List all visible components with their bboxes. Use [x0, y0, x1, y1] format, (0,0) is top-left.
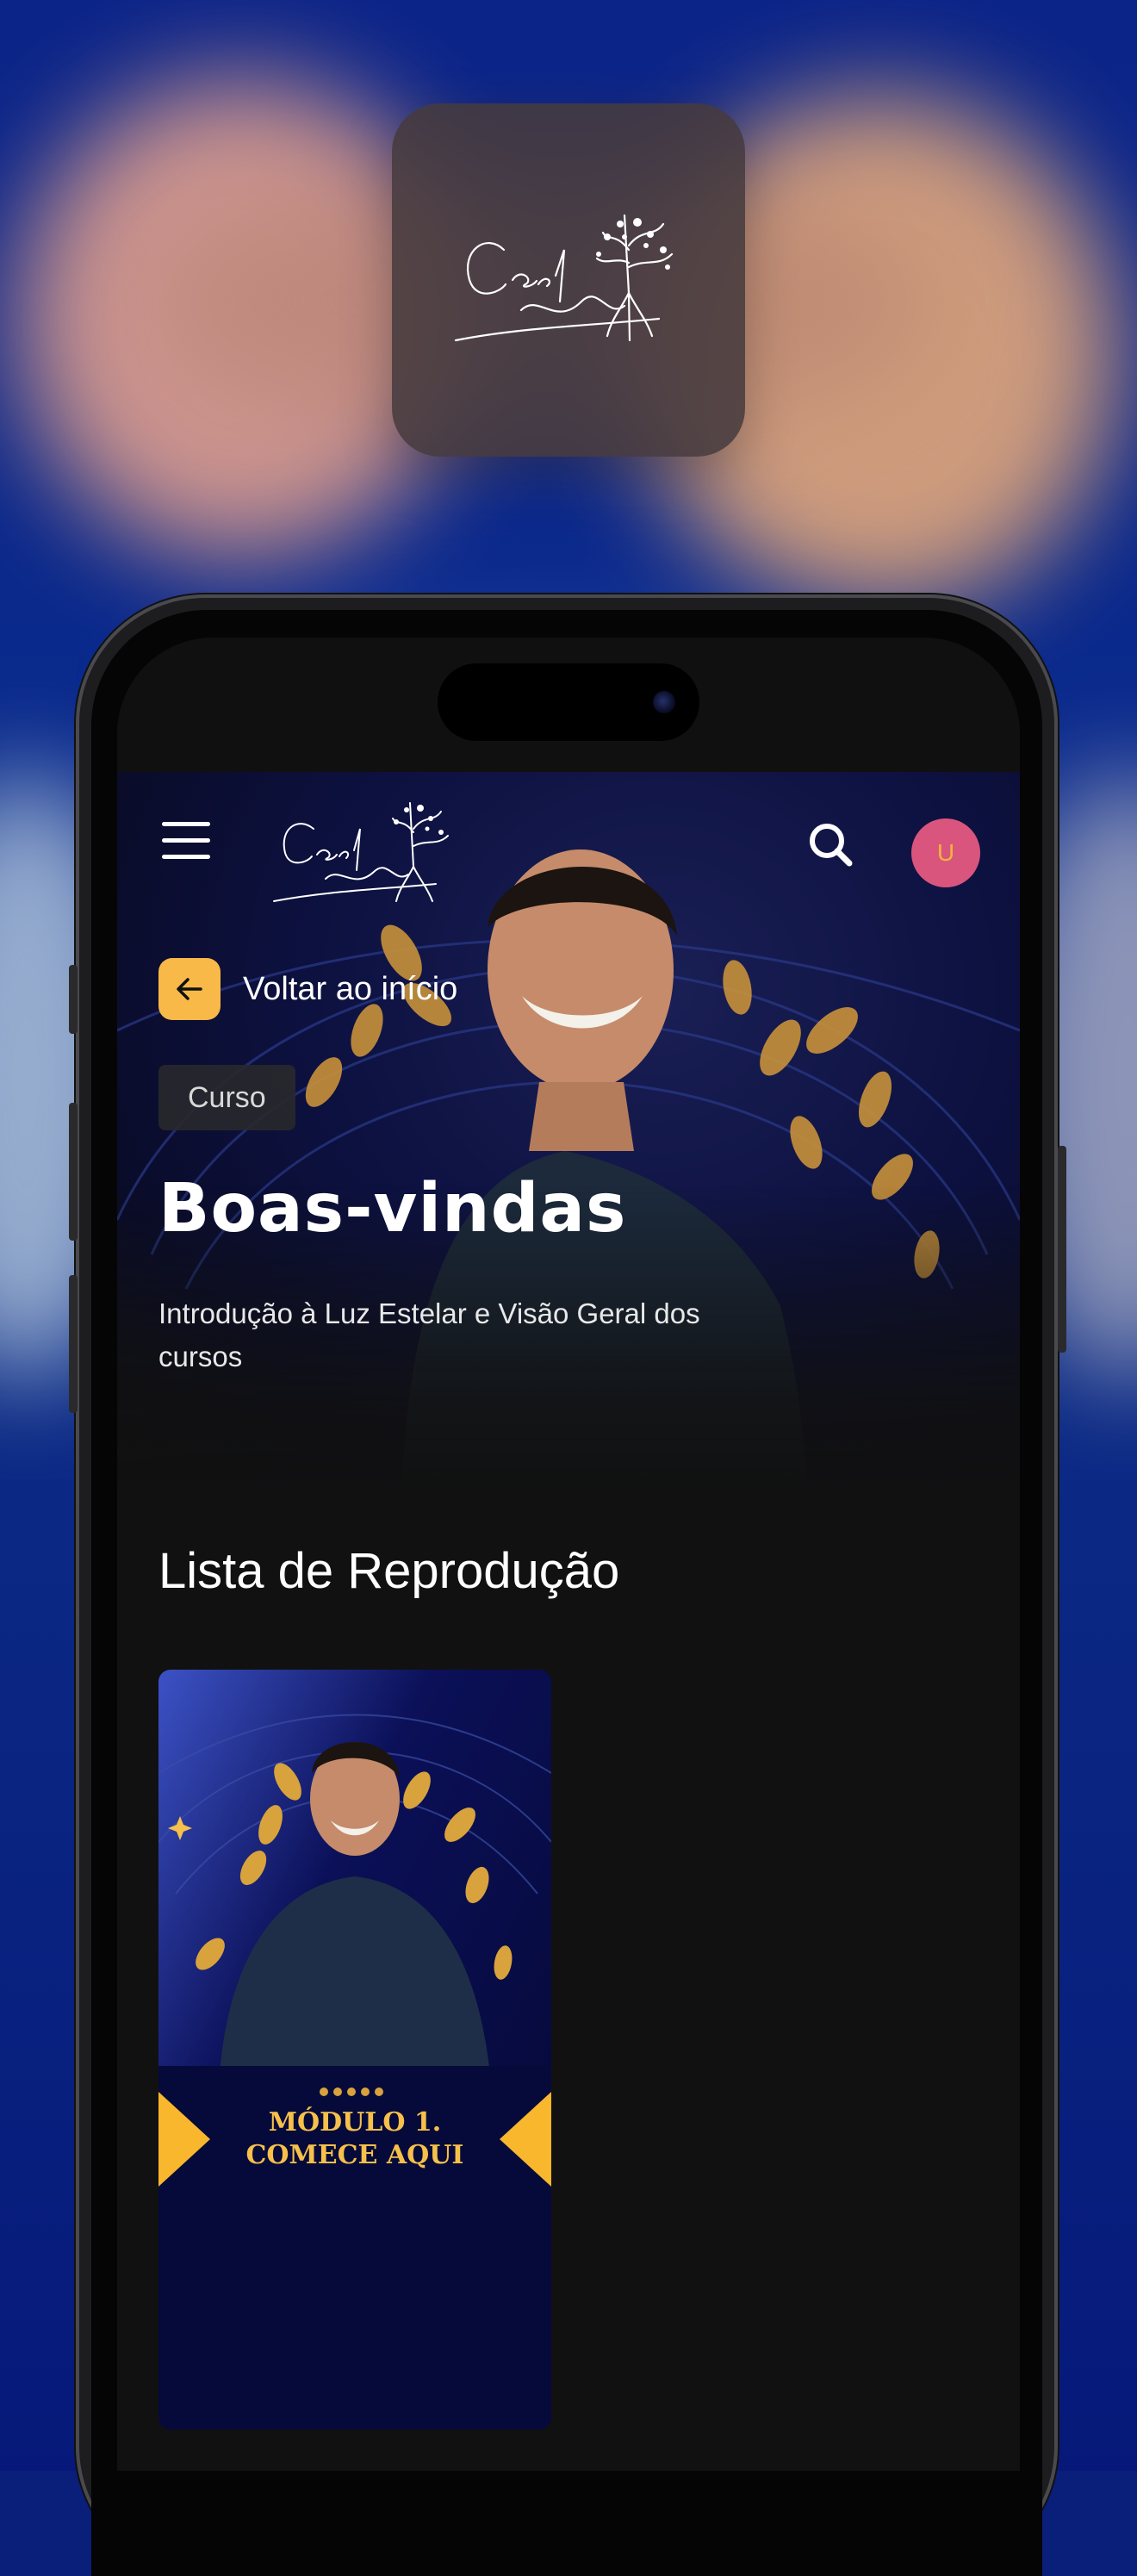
content-type-badge: Curso: [158, 1065, 295, 1130]
page-subtitle: Introdução à Luz Estelar e Visão Geral d…: [158, 1297, 700, 1372]
back-to-home-link[interactable]: Voltar ao início: [158, 958, 457, 1020]
app-icon: [392, 103, 745, 457]
status-bar: [117, 638, 1020, 772]
playlist-item-card[interactable]: MÓDULO 1. COMECE AQUI: [158, 1670, 551, 2430]
module-number-label: MÓDULO 1.: [268, 2107, 442, 2137]
logo-signature-icon: [454, 214, 674, 342]
brand-logo[interactable]: [272, 794, 470, 910]
module-title-label: COMECE AQUI: [245, 2140, 464, 2170]
page-title: Boas-vindas: [158, 1170, 627, 1248]
hamburger-menu-icon[interactable]: [162, 822, 210, 862]
search-icon[interactable]: [806, 820, 854, 868]
dynamic-island: [438, 663, 699, 741]
app-screen: U Voltar ao início Curso Boas-vindas Int…: [117, 638, 1020, 2471]
module-thumbnail: [158, 1670, 551, 2430]
top-navigation-bar: U: [117, 772, 1020, 902]
back-link-label: Voltar ao início: [243, 970, 458, 1007]
arrow-left-icon: [158, 958, 221, 1020]
user-avatar[interactable]: U: [911, 818, 980, 887]
playlist-heading: Lista de Reprodução: [158, 1543, 620, 1599]
